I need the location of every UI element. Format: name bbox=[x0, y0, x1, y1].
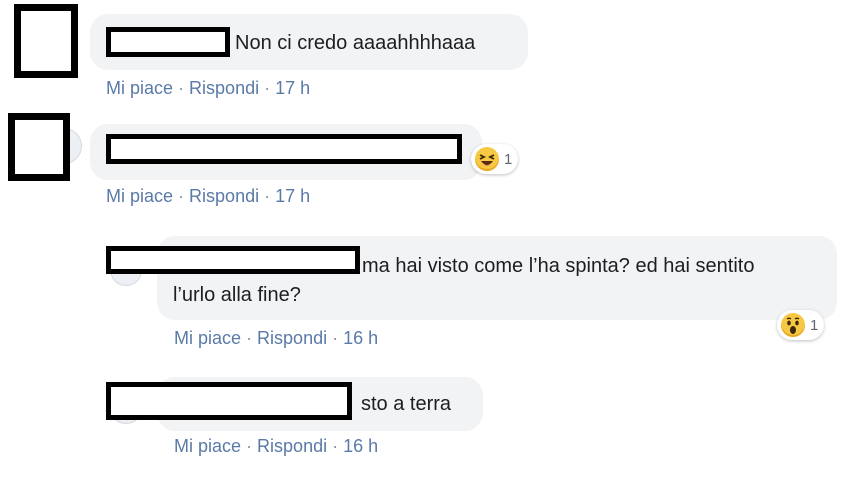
timestamp[interactable]: 17 h bbox=[275, 186, 310, 206]
separator: · bbox=[246, 436, 258, 456]
reply-link[interactable]: Rispondi bbox=[257, 436, 327, 456]
like-link[interactable]: Mi piace bbox=[174, 436, 241, 456]
like-link[interactable]: Mi piace bbox=[174, 328, 241, 348]
separator: · bbox=[264, 186, 276, 206]
reply-text: sto a terra bbox=[361, 393, 452, 415]
comment-actions: Mi piace · Rispondi · 17 h bbox=[106, 186, 310, 207]
reply-text-line2: l’urlo alla fine? bbox=[173, 284, 301, 306]
reaction-badge[interactable]: 1 bbox=[777, 310, 825, 340]
laugh-emoji-icon bbox=[475, 147, 499, 171]
reply-actions: Mi piace · Rispondi · 16 h bbox=[174, 436, 378, 457]
reply-link[interactable]: Rispondi bbox=[189, 186, 259, 206]
separator: · bbox=[246, 328, 258, 348]
reply-text-line1: ma hai visto come l’ha spinta? ed hai se… bbox=[362, 255, 755, 277]
reaction-count: 1 bbox=[504, 150, 513, 168]
wow-emoji-icon bbox=[781, 313, 805, 337]
avatar[interactable] bbox=[14, 4, 78, 78]
timestamp[interactable]: 16 h bbox=[343, 436, 378, 456]
comment-text: Non ci credo aaaahhhhaaa bbox=[235, 32, 476, 54]
redacted-comment bbox=[106, 134, 462, 164]
timestamp[interactable]: 16 h bbox=[343, 328, 378, 348]
separator: · bbox=[178, 186, 190, 206]
separator: · bbox=[332, 328, 344, 348]
separator: · bbox=[332, 436, 344, 456]
separator: · bbox=[264, 78, 276, 98]
reply-link[interactable]: Rispondi bbox=[257, 328, 327, 348]
reaction-badge[interactable]: 1 bbox=[471, 144, 519, 174]
comment-actions: Mi piace · Rispondi · 17 h bbox=[106, 78, 310, 99]
redacted-author-name bbox=[106, 246, 360, 274]
like-link[interactable]: Mi piace bbox=[106, 78, 173, 98]
reply-actions: Mi piace · Rispondi · 16 h bbox=[174, 328, 378, 349]
redacted-author-name bbox=[106, 382, 352, 420]
separator: · bbox=[178, 78, 190, 98]
reply-link[interactable]: Rispondi bbox=[189, 78, 259, 98]
like-link[interactable]: Mi piace bbox=[106, 186, 173, 206]
timestamp[interactable]: 17 h bbox=[275, 78, 310, 98]
avatar[interactable] bbox=[8, 113, 70, 181]
reaction-count: 1 bbox=[810, 316, 819, 334]
redacted-author-name bbox=[106, 27, 230, 57]
